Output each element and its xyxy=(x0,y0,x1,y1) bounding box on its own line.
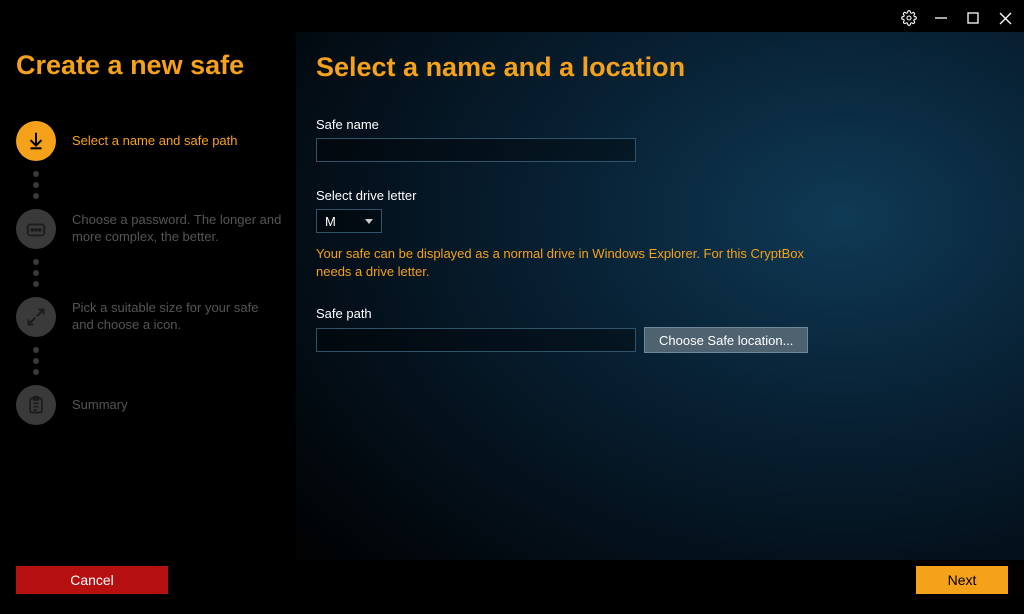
drive-letter-value: M xyxy=(325,214,336,229)
step-password[interactable]: Choose a password. The longer and more c… xyxy=(16,209,282,249)
minimize-icon[interactable] xyxy=(932,9,950,27)
titlebar xyxy=(900,0,1024,32)
safe-name-input[interactable] xyxy=(316,138,636,162)
wizard-sidebar: Create a new safe Select a name and safe… xyxy=(0,32,296,614)
clipboard-icon xyxy=(16,385,56,425)
gear-icon[interactable] xyxy=(900,9,918,27)
step-label: Choose a password. The longer and more c… xyxy=(72,212,282,246)
safe-name-block: Safe name xyxy=(316,117,996,162)
step-separator xyxy=(33,259,282,287)
maximize-icon[interactable] xyxy=(964,9,982,27)
step-name-path[interactable]: Select a name and safe path xyxy=(16,121,282,161)
choose-location-button[interactable]: Choose Safe location... xyxy=(644,327,808,353)
safe-path-label: Safe path xyxy=(316,306,996,321)
step-size[interactable]: Pick a suitable size for your safe and c… xyxy=(16,297,282,337)
page-heading: Select a name and a location xyxy=(316,52,996,83)
drive-letter-select[interactable]: M xyxy=(316,209,382,233)
sidebar-title: Create a new safe xyxy=(16,50,282,81)
drive-letter-label: Select drive letter xyxy=(316,188,996,203)
step-label: Pick a suitable size for your safe and c… xyxy=(72,300,282,334)
close-icon[interactable] xyxy=(996,9,1014,27)
download-icon xyxy=(16,121,56,161)
drive-help-text: Your safe can be displayed as a normal d… xyxy=(316,245,816,280)
resize-icon xyxy=(16,297,56,337)
cancel-button[interactable]: Cancel xyxy=(16,566,168,594)
step-label: Summary xyxy=(72,397,128,414)
chevron-down-icon xyxy=(365,219,373,224)
next-button[interactable]: Next xyxy=(916,566,1008,594)
safe-path-input[interactable] xyxy=(316,328,636,352)
drive-letter-block: Select drive letter M Your safe can be d… xyxy=(316,188,996,280)
step-summary[interactable]: Summary xyxy=(16,385,282,425)
step-label: Select a name and safe path xyxy=(72,133,238,150)
step-separator xyxy=(33,171,282,199)
app-window: Create a new safe Select a name and safe… xyxy=(0,0,1024,614)
safe-path-block: Safe path Choose Safe location... xyxy=(316,306,996,353)
step-separator xyxy=(33,347,282,375)
wizard-footer: Cancel Next xyxy=(0,560,1024,614)
wizard-main: Select a name and a location Safe name S… xyxy=(296,32,1024,560)
password-icon xyxy=(16,209,56,249)
wizard-steps: Select a name and safe path Choose a pas… xyxy=(16,121,282,425)
safe-name-label: Safe name xyxy=(316,117,996,132)
